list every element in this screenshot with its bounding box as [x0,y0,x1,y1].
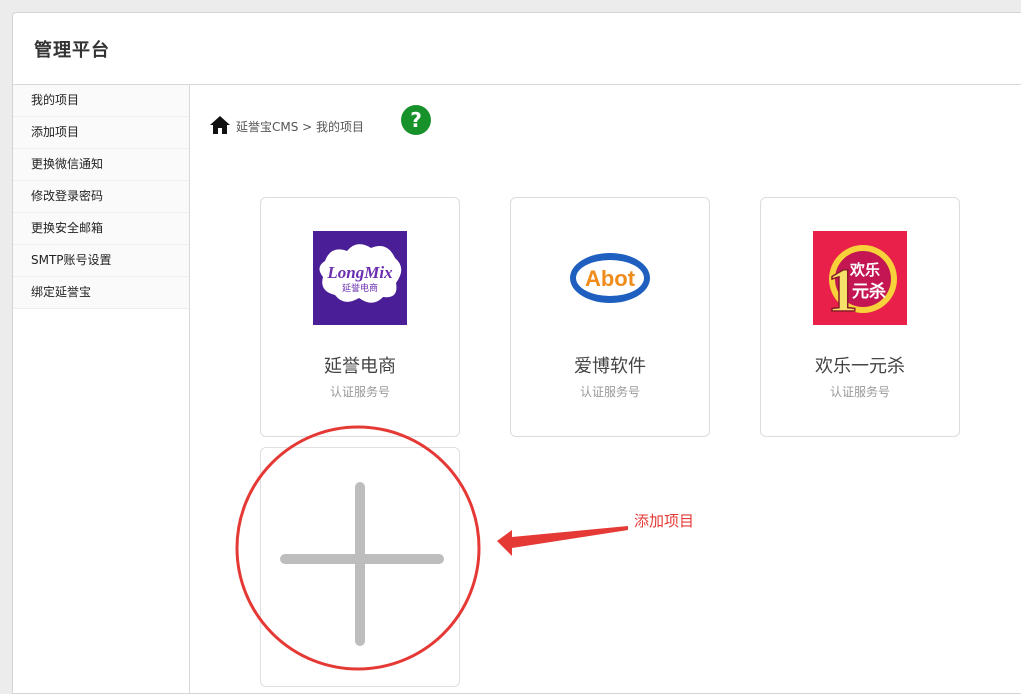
abot-logo-icon: Abot [563,231,657,325]
huanle-logo-icon: 1 欢乐 元杀 [813,231,907,325]
sidebar-item-bind-yanyubao[interactable]: 绑定延誉宝 [13,277,189,309]
sidebar-item-my-projects[interactable]: 我的项目 [13,85,189,117]
svg-text:Abot: Abot [585,266,636,291]
breadcrumb: 延誉宝CMS > 我的项目 [209,115,364,135]
sidebar-item-add-project[interactable]: 添加项目 [13,117,189,149]
sidebar: 我的项目 添加项目 更换微信通知 修改登录密码 更换安全邮箱 SMTP账号设置 … [13,85,190,693]
svg-text:欢乐: 欢乐 [849,261,880,279]
main-content: 延誉宝CMS > 我的项目 ? LongMix 延誉电商 延誉电商 认证服务号 … [190,85,1021,693]
project-card-yanyu[interactable]: LongMix 延誉电商 延誉电商 认证服务号 [260,197,460,437]
project-type: 认证服务号 [329,385,390,399]
annotation-label: 添加项目 [634,512,695,530]
project-type: 认证服务号 [829,385,890,399]
project-name: 延誉电商 [324,356,396,377]
longmix-logo-icon: LongMix 延誉电商 [313,231,407,325]
project-card-abot[interactable]: Abot 爱博软件 认证服务号 [510,197,710,437]
management-panel: 管理平台 我的项目 添加项目 更换微信通知 修改登录密码 更换安全邮箱 SMTP… [12,12,1021,694]
project-name: 欢乐一元杀 [815,356,905,377]
page-title: 管理平台 [34,39,110,61]
project-name: 爱博软件 [574,356,646,377]
plus-icon [355,482,365,646]
svg-text:延誉电商: 延誉电商 [342,282,378,294]
help-icon[interactable]: ? [401,105,431,135]
panel-header: 管理平台 [13,13,1021,85]
home-icon[interactable] [209,115,231,135]
add-project-card[interactable] [260,447,460,687]
sidebar-item-change-password[interactable]: 修改登录密码 [13,181,189,213]
plus-icon-horizontal [280,554,444,564]
svg-text:LongMix: LongMix [326,263,393,282]
svg-text:元杀: 元杀 [852,281,886,302]
sidebar-item-smtp-settings[interactable]: SMTP账号设置 [13,245,189,277]
project-card-huanle[interactable]: 1 欢乐 元杀 欢乐一元杀 认证服务号 [760,197,960,437]
breadcrumb-text[interactable]: 延誉宝CMS > 我的项目 [236,118,364,135]
project-type: 认证服务号 [579,385,640,399]
sidebar-item-change-wechat-notice[interactable]: 更换微信通知 [13,149,189,181]
sidebar-item-change-email[interactable]: 更换安全邮箱 [13,213,189,245]
